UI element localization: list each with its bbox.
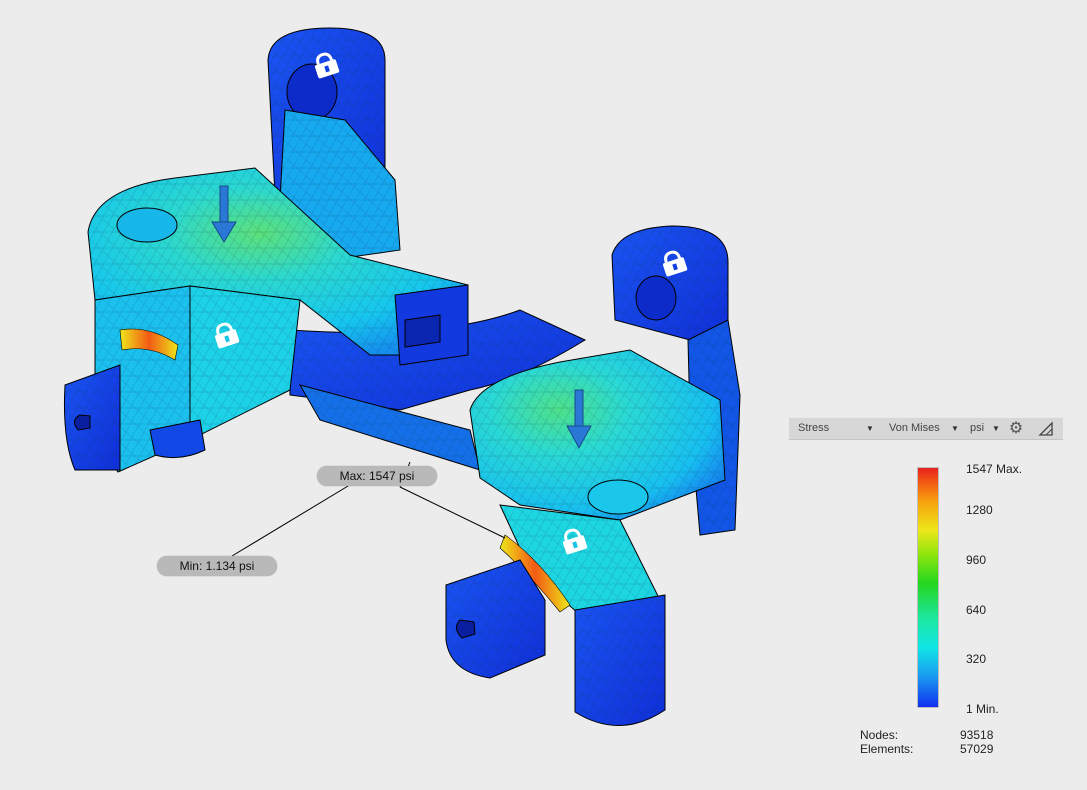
nodes-value: 93518 bbox=[960, 728, 994, 742]
corner-triangle-icon[interactable] bbox=[1038, 421, 1054, 437]
right-bracket bbox=[445, 225, 741, 726]
result-type-value: Stress bbox=[798, 422, 830, 434]
elements-value: 57029 bbox=[960, 742, 994, 756]
min-leader-line bbox=[231, 479, 359, 557]
gear-icon[interactable]: ⚙ bbox=[1006, 418, 1026, 439]
result-type-dropdown[interactable]: Stress ▼ bbox=[789, 418, 881, 439]
chevron-down-icon: ▼ bbox=[951, 424, 959, 433]
chevron-down-icon: ▼ bbox=[992, 424, 1000, 433]
model-viewport[interactable]: Max: 1547 psi Min: 1.134 psi bbox=[0, 0, 1087, 790]
unit-dropdown[interactable]: psi ▼ bbox=[961, 418, 1003, 439]
elements-label: Elements: bbox=[860, 742, 914, 756]
stress-component-value: Von Mises bbox=[889, 422, 940, 434]
max-stress-callout[interactable]: Max: 1547 psi bbox=[317, 466, 437, 486]
fea-model[interactable] bbox=[0, 0, 1087, 790]
max-leader-line-2 bbox=[399, 486, 506, 539]
stress-component-dropdown[interactable]: Von Mises ▼ bbox=[881, 418, 961, 439]
min-stress-callout[interactable]: Min: 1.134 psi bbox=[157, 556, 277, 576]
nodes-label: Nodes: bbox=[860, 728, 899, 742]
results-toolbar: Stress ▼ Von Mises ▼ psi ▼ ⚙ bbox=[789, 417, 1063, 440]
chevron-down-icon: ▼ bbox=[866, 424, 874, 433]
unit-value: psi bbox=[970, 422, 985, 434]
